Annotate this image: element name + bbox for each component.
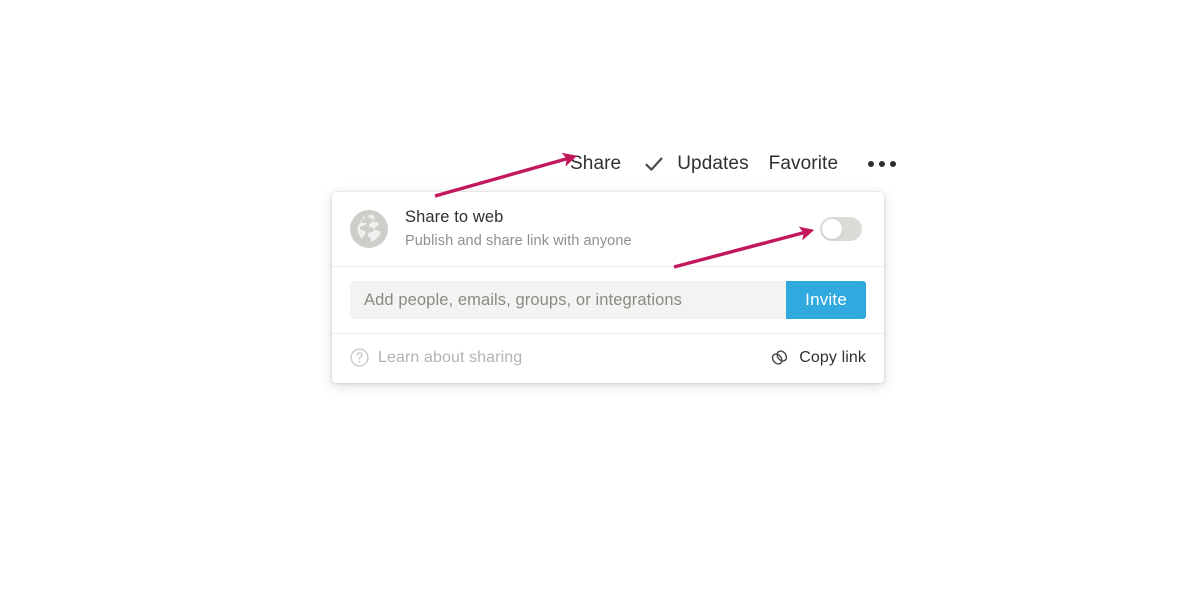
share-to-web-title: Share to web — [405, 208, 504, 226]
share-to-web-subtitle: Publish and share link with anyone — [405, 233, 632, 249]
share-to-web-text-group: Share to web Publish and share link with… — [405, 207, 820, 251]
learn-about-sharing-link[interactable]: Learn about sharing — [350, 348, 522, 367]
share-panel-footer: Learn about sharing Copy link — [332, 334, 884, 383]
ellipsis-icon[interactable] — [858, 161, 906, 167]
document-topbar: Share Updates Favorite — [570, 149, 906, 179]
topbar-favorite-button[interactable]: Favorite — [759, 149, 848, 179]
copy-link-label: Copy link — [799, 348, 866, 366]
ellipsis-dot — [879, 161, 886, 167]
topbar-share-button[interactable]: Share — [570, 149, 631, 179]
toggle-knob — [822, 219, 842, 239]
arrow-to-share-menu — [434, 152, 578, 198]
add-people-input[interactable] — [350, 281, 787, 319]
globe-icon — [350, 210, 388, 248]
copy-link-button[interactable]: Copy link — [769, 347, 866, 368]
invite-field-group: Invite — [350, 281, 866, 319]
check-icon — [643, 153, 665, 175]
chain-link-icon — [772, 350, 788, 365]
share-to-web-row: Share to web Publish and share link with… — [332, 192, 884, 267]
invite-button[interactable]: Invite — [786, 281, 866, 319]
topbar-updates-button[interactable]: Updates — [667, 149, 758, 179]
ellipsis-dot — [890, 161, 897, 167]
ellipsis-dot — [868, 161, 875, 167]
screenshot-stage: Share Updates Favorite Share to web Publ… — [0, 0, 1200, 600]
question-circle-icon — [350, 348, 369, 367]
share-to-web-toggle[interactable] — [820, 217, 862, 241]
learn-about-sharing-label: Learn about sharing — [378, 348, 523, 366]
share-popover-panel: Share to web Publish and share link with… — [332, 192, 884, 383]
invite-row: Invite — [332, 267, 884, 334]
